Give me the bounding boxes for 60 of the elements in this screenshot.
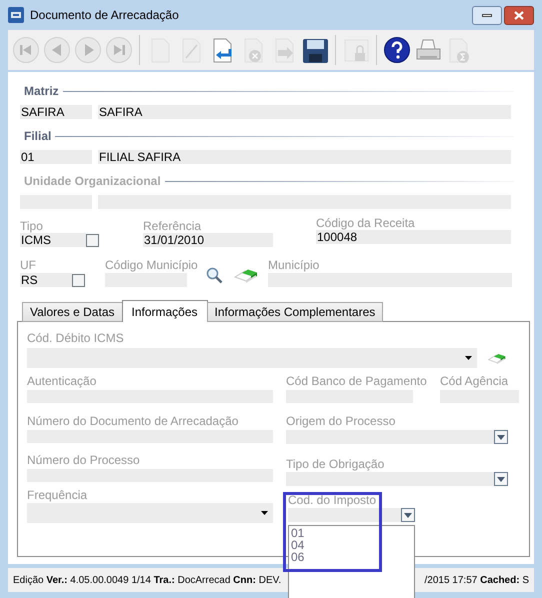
code-field[interactable]: 01 bbox=[20, 150, 92, 164]
process-origin-combo[interactable] bbox=[286, 430, 508, 444]
dropdown-button[interactable] bbox=[494, 472, 508, 486]
dropdown-button[interactable] bbox=[494, 430, 508, 444]
field-label: Origem do Processo bbox=[286, 414, 396, 428]
dropdown-option[interactable]: 04 bbox=[291, 539, 414, 551]
eraser-icon[interactable] bbox=[233, 267, 258, 284]
minimize-button[interactable] bbox=[472, 6, 502, 24]
status-text: Edição Ver.: 4.05.00.0049 1/14 Tra.: DocArrecad Cnn: DEV. bbox=[13, 574, 282, 588]
field-label: Cód. Débito ICMS bbox=[27, 331, 125, 345]
field-label: UF bbox=[20, 258, 37, 272]
field-label: Cód Agência bbox=[440, 374, 510, 388]
code-field[interactable]: SAFIRA bbox=[20, 105, 92, 119]
obligation-type-combo[interactable] bbox=[286, 472, 508, 486]
field-label: Frequência bbox=[27, 488, 88, 502]
state-field[interactable]: RS bbox=[20, 273, 72, 287]
search-icon[interactable] bbox=[206, 267, 223, 284]
window-title: Documento de Arrecadação bbox=[30, 7, 179, 24]
tab[interactable]: Informações Complementares bbox=[206, 302, 384, 322]
field-label: Tipo de Obrigação bbox=[286, 457, 386, 471]
field-label: Código Município bbox=[105, 258, 199, 272]
field-label: Referência bbox=[143, 219, 202, 233]
caret-icon bbox=[465, 356, 472, 360]
eraser-icon[interactable] bbox=[487, 352, 506, 364]
dropdown-button[interactable] bbox=[401, 508, 415, 522]
tab[interactable]: Valores e Datas bbox=[22, 302, 122, 322]
field-label: Número do Documento de Arrecadação bbox=[27, 414, 240, 428]
name-field[interactable]: FILIAL SAFIRA bbox=[98, 150, 511, 164]
checkbox[interactable] bbox=[72, 274, 85, 286]
checkbox[interactable] bbox=[86, 234, 99, 246]
field-label: Município bbox=[268, 258, 320, 272]
tax-code-combo[interactable] bbox=[288, 508, 415, 522]
dropdown-option[interactable]: 06 bbox=[291, 551, 414, 563]
field-label: Cód Banco de Pagamento bbox=[286, 374, 427, 388]
tipo-field[interactable]: ICMS bbox=[20, 233, 86, 247]
date-field[interactable]: 31/01/2010 bbox=[143, 233, 273, 247]
debit-code-combo[interactable] bbox=[27, 348, 477, 368]
caret-icon bbox=[497, 434, 505, 440]
caret-icon bbox=[261, 511, 268, 515]
save-icon[interactable] bbox=[301, 36, 329, 64]
field-label: Código da Receita bbox=[316, 216, 416, 230]
frequency-combo[interactable] bbox=[27, 503, 273, 523]
section-heading: Matriz bbox=[24, 83, 59, 100]
section-heading: Filial bbox=[24, 128, 52, 145]
field-label: Autenticação bbox=[27, 374, 98, 388]
caret-icon bbox=[404, 512, 412, 518]
app-logo-icon bbox=[8, 7, 24, 23]
name-field[interactable]: SAFIRA bbox=[98, 105, 511, 119]
section-heading: Unidade Organizacional bbox=[24, 173, 161, 190]
field-label: Número do Processo bbox=[27, 453, 141, 467]
field-label: Cod. do Imposto bbox=[288, 493, 378, 507]
dropdown-option[interactable]: 01 bbox=[291, 527, 414, 539]
status-text: /2015 17:57 Cached: S bbox=[424, 574, 529, 588]
caret-icon bbox=[497, 476, 505, 482]
field-label: Tipo bbox=[20, 219, 44, 233]
help-icon[interactable] bbox=[383, 36, 411, 64]
code-field[interactable]: 100048 bbox=[316, 230, 511, 244]
close-icon bbox=[514, 10, 524, 20]
tab[interactable]: Informações bbox=[122, 300, 208, 322]
close-button[interactable] bbox=[504, 6, 534, 24]
